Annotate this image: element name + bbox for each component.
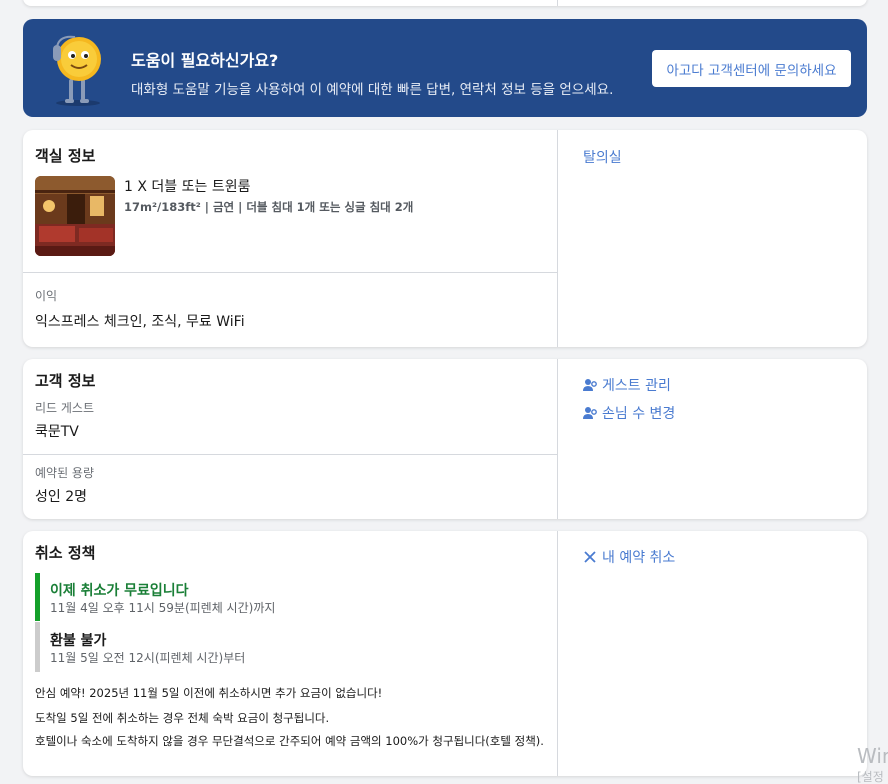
help-banner: 도움이 필요하신가요? 대화형 도움말 기능을 사용하여 이 예약에 대한 빠른… <box>23 19 867 117</box>
free-cancel-deadline: 11월 4일 오후 11시 59분(피렌체 시간)까지 <box>50 601 276 615</box>
policy-note-3: 호텔이나 숙소에 도착하지 않을 경우 무단결석으로 간주되어 예약 금액의 1… <box>35 734 544 748</box>
card-divider <box>557 531 558 776</box>
close-icon <box>584 551 596 563</box>
card-divider <box>557 359 558 519</box>
benefits-value: 익스프레스 체크인, 조식, 무료 WiFi <box>35 314 245 330</box>
free-cancel-title: 이제 취소가 무료입니다 <box>50 583 189 599</box>
room-photo[interactable] <box>35 176 115 256</box>
capacity-label: 예약된 용량 <box>35 466 95 480</box>
contact-support-button[interactable]: 아고다 고객센터에 문의하세요 <box>652 50 851 87</box>
windows-activation-watermark: Win <box>857 744 888 768</box>
help-title: 도움이 필요하신가요? <box>131 51 279 70</box>
cancel-booking-link[interactable]: 내 예약 취소 <box>583 547 675 567</box>
capacity-value: 성인 2명 <box>35 489 87 505</box>
nonrefund-start: 11월 5일 오전 12시(피렌체 시간)부터 <box>50 651 246 665</box>
card-divider <box>557 130 558 347</box>
help-description: 대화형 도움말 기능을 사용하여 이 예약에 대한 빠른 답변, 연락처 정보 … <box>131 82 614 98</box>
benefits-label: 이익 <box>35 289 58 303</box>
room-name: 1 X 더블 또는 트윈룸 <box>124 179 251 195</box>
mascot-icon <box>53 35 101 106</box>
room-section-title: 객실 정보 <box>35 147 96 165</box>
room-side-link[interactable]: 탈의실 <box>583 147 622 167</box>
card-divider <box>557 0 558 6</box>
section-divider <box>23 272 557 273</box>
policy-note-2: 도착일 5일 전에 취소하는 경우 전체 숙박 요금이 청구됩니다. <box>35 711 330 725</box>
previous-card <box>23 0 867 6</box>
room-details: 17m²/183ft² | 금연 | 더블 침대 1개 또는 싱글 침대 2개 <box>124 200 414 214</box>
guest-section-title: 고객 정보 <box>35 372 96 390</box>
user-gear-icon <box>583 379 597 391</box>
section-divider <box>23 454 557 455</box>
cancel-section-title: 취소 정책 <box>35 544 96 562</box>
room-info-card: 객실 정보 1 X 더블 또는 트윈룸 17m²/183ft² | 금연 | 더… <box>23 130 867 347</box>
guest-info-card: 고객 정보 리드 게스트 쿡문TV 예약된 용량 성인 2명 게스트 관리 손님… <box>23 359 867 519</box>
change-guest-count-label[interactable]: 손님 수 변경 <box>602 403 675 423</box>
nonrefund-bar <box>35 622 40 672</box>
lead-guest-label: 리드 게스트 <box>35 401 95 415</box>
lead-guest-value: 쿡문TV <box>35 424 79 440</box>
manage-guests-link[interactable]: 게스트 관리 <box>583 375 671 395</box>
user-gear-icon <box>583 407 597 419</box>
change-guest-count-link[interactable]: 손님 수 변경 <box>583 403 675 423</box>
nonrefund-title: 환불 불가 <box>50 633 107 649</box>
manage-guests-label[interactable]: 게스트 관리 <box>602 375 671 395</box>
room-side-link-label[interactable]: 탈의실 <box>583 147 622 167</box>
free-cancel-bar <box>35 573 40 621</box>
cancellation-policy-card: 취소 정책 이제 취소가 무료입니다 11월 4일 오후 11시 59분(피렌체… <box>23 531 867 776</box>
windows-activation-watermark-sub: [설정 <box>857 770 884 784</box>
policy-note-1: 안심 예약! 2025년 11월 5일 이전에 취소하시면 추가 요금이 없습니… <box>35 686 383 700</box>
cancel-booking-label[interactable]: 내 예약 취소 <box>602 547 675 567</box>
